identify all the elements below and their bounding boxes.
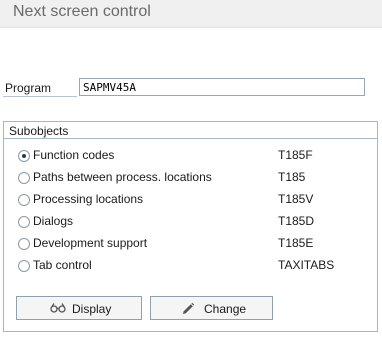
option-table-name: T185F (278, 148, 313, 162)
pencil-icon (181, 302, 195, 319)
option-label: Function codes (33, 148, 115, 162)
option-table-name: T185 (278, 170, 306, 184)
title-bar: Next screen control (0, 0, 382, 28)
subobjects-title: Subobjects (9, 124, 69, 138)
change-button-label: Change (204, 302, 247, 316)
window-title: Next screen control (13, 3, 151, 20)
program-input[interactable] (79, 78, 365, 96)
radio-button[interactable] (18, 238, 30, 250)
option-label: Processing locations (33, 192, 144, 206)
radio-option-dialogs[interactable]: Dialogs T185D (0, 214, 382, 234)
program-row: Program (0, 78, 382, 98)
radio-option-function-codes[interactable]: Function codes T185F (0, 148, 382, 168)
program-label: Program (5, 81, 52, 95)
option-table-name: TAXITABS (278, 258, 335, 272)
option-label: Tab control (33, 258, 92, 272)
option-label: Paths between process. locations (33, 170, 212, 184)
radio-button[interactable] (18, 172, 30, 184)
subobjects-separator (4, 138, 377, 139)
radio-option-paths[interactable]: Paths between process. locations T185 (0, 170, 382, 190)
radio-option-processing-locations[interactable]: Processing locations T185V (0, 192, 382, 212)
change-button[interactable]: Change (150, 296, 273, 320)
display-button[interactable]: Display (16, 296, 142, 320)
program-label-underline (3, 96, 77, 97)
display-button-label: Display (72, 302, 112, 316)
option-table-name: T185V (278, 192, 314, 206)
radio-button[interactable] (18, 260, 30, 272)
option-table-name: T185D (278, 214, 315, 228)
option-label: Dialogs (33, 214, 74, 228)
radio-option-development-support[interactable]: Development support T185E (0, 236, 382, 256)
radio-option-tab-control[interactable]: Tab control TAXITABS (0, 258, 382, 278)
radio-button[interactable] (18, 150, 30, 162)
radio-button[interactable] (18, 216, 30, 228)
option-label: Development support (33, 236, 148, 250)
radio-button[interactable] (18, 194, 30, 206)
option-table-name: T185E (278, 236, 314, 250)
glasses-icon (50, 302, 66, 317)
